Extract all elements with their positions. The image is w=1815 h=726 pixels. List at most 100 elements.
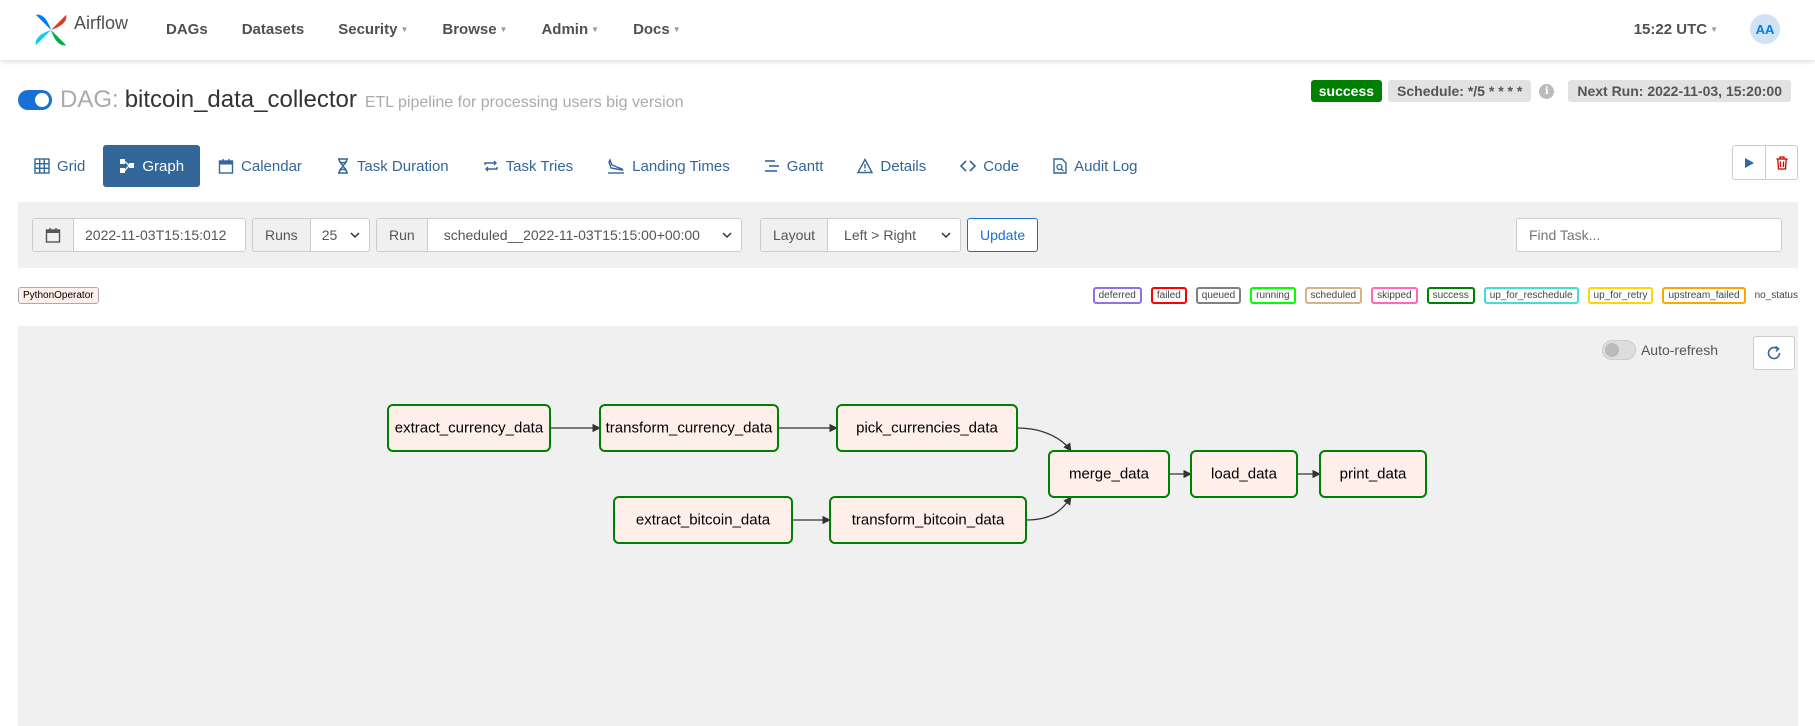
calendar-icon: [218, 159, 234, 174]
task-node-pick-currencies-data[interactable]: pick_currencies_data: [836, 404, 1018, 452]
task-node-extract-currency-data[interactable]: extract_currency_data: [387, 404, 551, 452]
user-avatar[interactable]: AA: [1750, 14, 1780, 44]
tab-calendar[interactable]: Calendar: [202, 145, 318, 187]
legend-state-up-for-reschedule[interactable]: up_for_reschedule: [1483, 287, 1579, 304]
legend-state-up-for-retry[interactable]: up_for_retry: [1587, 287, 1654, 304]
legend-state-queued[interactable]: queued: [1195, 287, 1242, 304]
info-icon[interactable]: i: [1539, 83, 1555, 99]
grid-icon: [34, 158, 50, 174]
tab-task-duration[interactable]: Task Duration: [320, 145, 465, 187]
legend-state-failed[interactable]: failed: [1150, 287, 1187, 304]
task-node-label: print_data: [1340, 466, 1407, 483]
task-node-label: merge_data: [1069, 466, 1150, 483]
play-icon: [1745, 157, 1754, 168]
nav-browse-label: Browse: [442, 20, 497, 38]
tab-task-tries[interactable]: Task Tries: [467, 145, 590, 187]
navbar-right: 15:22 UTC ▼ AA: [1634, 0, 1780, 58]
legend-state-skipped[interactable]: skipped: [1371, 287, 1418, 304]
tab-landing-times[interactable]: Landing Times: [591, 145, 746, 187]
top-navbar: Airflow DAGs Datasets Security ▼ Browse ▼ …: [0, 0, 1815, 60]
task-node-print-data[interactable]: print_data: [1319, 450, 1427, 498]
file-search-icon: [1053, 158, 1067, 174]
chevron-down-icon: [722, 232, 732, 239]
main-menu: DAGs Datasets Security ▼ Browse ▼ Admin ▼ D…: [166, 0, 715, 58]
run-label: Run: [377, 219, 428, 251]
task-node-transform-currency-data[interactable]: transform_currency_data: [599, 404, 779, 452]
chevron-down-icon: [941, 232, 951, 239]
timezone-dropdown[interactable]: 15:22 UTC ▼: [1634, 21, 1718, 38]
clock-time: 15:22 UTC: [1633, 20, 1708, 38]
nav-admin-label: Admin: [541, 20, 589, 38]
tab-code[interactable]: Code: [944, 145, 1035, 187]
gantt-icon: [764, 160, 779, 172]
nav-datasets[interactable]: Datasets: [242, 21, 305, 38]
nav-datasets-label: Datasets: [241, 20, 305, 38]
hourglass-icon: [337, 158, 348, 174]
date-picker-button[interactable]: [33, 219, 74, 251]
caret-down-icon: ▼: [672, 24, 681, 34]
task-node-transform-bitcoin-data[interactable]: transform_bitcoin_data: [829, 496, 1027, 544]
graph-filter-bar: 2022-11-03T15:15:012 Runs 25 Run schedul…: [18, 202, 1798, 268]
state-legend: deferred failed queued running scheduled skip…: [1084, 287, 1798, 304]
task-node-label: load_data: [1211, 466, 1278, 483]
legend-state-deferred[interactable]: deferred: [1092, 287, 1142, 304]
dag-description: ETL pipeline for processing users big ve…: [364, 94, 684, 111]
operator-legend-python: PythonOperator: [18, 287, 99, 304]
delete-dag-button[interactable]: [1765, 146, 1797, 179]
layout-select-value: Left > Right: [844, 227, 917, 243]
airflow-logo[interactable]: Airflow: [32, 8, 128, 52]
dag-prefix: DAG:: [60, 86, 119, 113]
tab-audit-log[interactable]: Audit Log: [1037, 145, 1153, 187]
nav-dags-label: DAGs: [166, 20, 208, 38]
edge-transform_bitcoin_data-to-merge_data: [1025, 496, 1072, 521]
legend-state-scheduled[interactable]: scheduled: [1304, 287, 1363, 304]
caret-down-icon: ▼: [1710, 24, 1718, 34]
pinwheel-icon: [35, 14, 67, 46]
run-select[interactable]: scheduled__2022-11-03T15:15:00+00:00: [428, 219, 741, 251]
run-group: Run scheduled__2022-11-03T15:15:00+00:00: [376, 218, 742, 252]
update-button[interactable]: Update: [967, 218, 1039, 252]
tab-landing-times-label: Landing Times: [632, 157, 730, 175]
tab-grid[interactable]: Grid: [18, 145, 101, 187]
legend-state-running[interactable]: running: [1250, 287, 1296, 304]
edge-pick_currencies_data-to-merge_data: [1016, 427, 1072, 452]
base-date-input[interactable]: 2022-11-03T15:15:012: [74, 219, 237, 251]
schedule-badge: Schedule: */5 * * * *: [1388, 80, 1532, 102]
last-run-state-badge[interactable]: success: [1310, 80, 1383, 102]
graph-icon: [120, 159, 135, 173]
nav-docs[interactable]: Docs ▼: [633, 21, 681, 38]
tab-task-tries-label: Task Tries: [505, 157, 574, 175]
trigger-dag-button[interactable]: [1733, 146, 1765, 179]
tab-gantt[interactable]: Gantt: [748, 145, 840, 187]
legend-state-success[interactable]: success: [1426, 287, 1475, 304]
layout-label: Layout: [761, 219, 829, 251]
tab-task-duration-label: Task Duration: [356, 157, 449, 175]
nav-security[interactable]: Security ▼: [338, 21, 408, 38]
nav-admin[interactable]: Admin ▼: [541, 21, 599, 38]
brand-name: Airflow: [74, 12, 129, 33]
task-node-label: extract_currency_data: [395, 420, 544, 437]
layout-select[interactable]: Left > Right: [828, 219, 960, 251]
base-date-group: 2022-11-03T15:15:012: [32, 218, 246, 252]
caret-down-icon: ▼: [499, 24, 508, 34]
trash-icon: [1776, 155, 1787, 170]
legend-state-upstream-failed[interactable]: upstream_failed: [1662, 287, 1746, 304]
task-node-load-data[interactable]: load_data: [1190, 450, 1298, 498]
tab-details-label: Details: [880, 157, 927, 175]
dag-pause-toggle[interactable]: [18, 90, 52, 110]
task-node-merge-data[interactable]: merge_data: [1048, 450, 1170, 498]
nav-browse[interactable]: Browse ▼: [442, 21, 507, 38]
runs-label: Runs: [253, 219, 311, 251]
task-node-label: transform_currency_data: [606, 420, 773, 437]
task-node-extract-bitcoin-data[interactable]: extract_bitcoin_data: [613, 496, 793, 544]
nav-dags[interactable]: DAGs: [166, 21, 208, 38]
tab-grid-label: Grid: [57, 157, 86, 175]
tab-details[interactable]: Details: [841, 145, 942, 187]
find-task-input[interactable]: [1516, 218, 1782, 252]
dag-run-info: success Schedule: */5 * * * * i Next Run…: [1310, 80, 1791, 102]
dag-graph-canvas[interactable]: Auto-refresh extract_currency_data transf…: [18, 326, 1798, 726]
nav-security-label: Security: [338, 20, 398, 38]
tab-graph[interactable]: Graph: [103, 145, 201, 187]
runs-select[interactable]: 25: [311, 219, 369, 251]
dag-title: bitcoin_data_collector: [124, 86, 357, 113]
